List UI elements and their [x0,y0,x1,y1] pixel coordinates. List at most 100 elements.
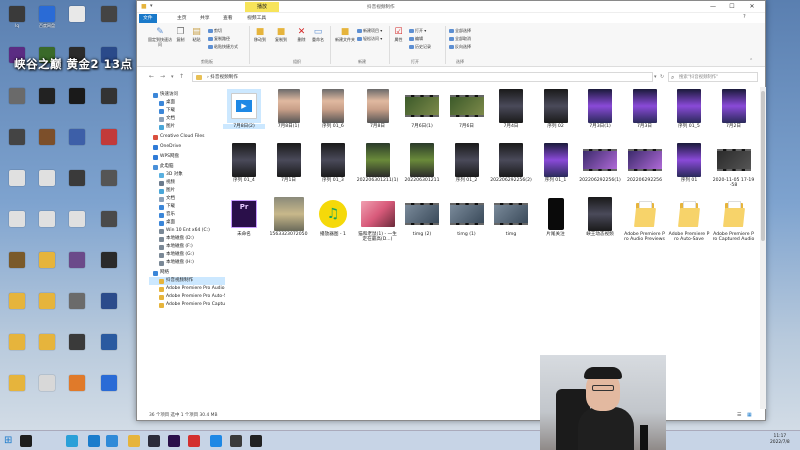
nav-item[interactable]: 文档 [149,115,225,123]
desktop-shortcut[interactable] [4,129,30,156]
properties-button[interactable]: ☑ 属性 [393,27,404,43]
nav-item[interactable]: 快速访问 [149,91,225,99]
paste-button[interactable]: ▤ 粘贴 [191,27,202,43]
forward-button[interactable]: → [160,73,165,80]
file-item[interactable]: ♫ 播放器图 - 1 [312,197,354,237]
nav-item[interactable]: 本地磁盘 (F:) [149,243,225,251]
nav-item[interactable]: 桌面 [149,99,225,107]
tab-video-tools[interactable]: 视频工具 [243,14,270,23]
tab-play-context[interactable]: 播放 [245,2,279,12]
desktop-shortcut[interactable] [96,170,122,197]
desktop-shortcut[interactable] [96,334,122,361]
desktop-shortcut[interactable] [96,375,122,402]
pin-quick-access-button[interactable]: ✎ 固定到快速访问 [147,27,173,47]
nav-item[interactable]: 桌面 [149,219,225,227]
file-item[interactable]: 序列 01_4 [223,143,265,183]
file-explorer-taskbar-icon[interactable] [128,435,140,447]
file-item[interactable]: 7月6日(1) [401,89,443,129]
file-item[interactable]: ▶ 7月8日(2) [223,89,265,130]
file-item[interactable]: 7月3日 [624,89,666,129]
large-icons-view-icon[interactable]: ▦ [747,412,752,418]
file-item[interactable]: 7月2日 [713,89,755,129]
vertical-scrollbar[interactable] [760,87,766,409]
desktop-shortcut[interactable] [64,170,90,197]
details-view-icon[interactable]: ☰ [737,412,741,418]
file-item[interactable]: 202206292256(1) [579,143,621,183]
file-item[interactable]: 序列 02 [535,89,577,129]
file-item[interactable]: 峡王动态视频 [579,197,621,237]
file-item[interactable]: 片尾关注 [535,197,577,237]
file-item[interactable]: 202206292256 [624,143,666,183]
desktop-shortcut[interactable]: 百度网盘 [34,6,60,33]
nav-item[interactable]: 抖音视频制作 [149,277,225,285]
close-button[interactable]: ✕ [743,2,761,12]
folder-item[interactable]: Adobe Premiere Pro Captured Audio [713,197,755,243]
file-item[interactable]: 202206301211(1) [357,143,399,183]
help-icon[interactable]: ? [743,14,746,20]
taskbar-app-icon[interactable] [88,435,100,447]
desktop-shortcut[interactable] [34,129,60,156]
file-item[interactable]: 猫和老鼠(1) - 一生定在最高(D...) [357,197,399,243]
nav-item[interactable]: 本地磁盘 (G:) [149,251,225,259]
new-item-button[interactable]: 新建项目 ▾ [357,28,382,33]
taskbar-app-icon[interactable] [210,435,222,447]
desktop-shortcut[interactable] [34,293,60,320]
nav-item[interactable]: Adobe Premiere Pro Audio Previews [149,285,225,293]
copy-path-button[interactable]: 复制路径 [208,36,230,41]
file-item[interactable]: 7月8日 [357,89,399,129]
file-item[interactable]: 序列 01_2 [446,143,488,183]
desktop-shortcut[interactable] [4,252,30,279]
desktop-shortcut[interactable] [34,252,60,279]
file-item[interactable]: 2020-11-05 17-19-58 [713,143,755,189]
refresh-button[interactable]: ↻ [660,74,664,80]
desktop-shortcut[interactable] [4,375,30,402]
file-item[interactable]: 7月6日 [446,89,488,129]
move-to-button[interactable]: ■ 移动到 [254,27,266,43]
desktop-shortcut[interactable] [4,88,30,115]
nav-item[interactable]: 网络 [149,269,225,277]
desktop-shortcut[interactable] [96,6,122,33]
desktop-shortcut[interactable] [4,211,30,238]
taskbar-app-icon[interactable] [250,435,262,447]
tab-share[interactable]: 共享 [196,14,214,23]
file-item[interactable]: 序列 01_6 [312,89,354,129]
delete-button[interactable]: ✕ 删除 [296,27,307,43]
nav-item[interactable]: 本地磁盘 (H:) [149,259,225,267]
file-item[interactable]: 202206292256(2) [490,143,532,183]
nav-item[interactable]: 下载 [149,107,225,115]
file-item[interactable]: 序列 01_3 [312,143,354,183]
folder-item[interactable]: Adobe Premiere Pro Audio Previews [624,197,666,243]
paste-shortcut-button[interactable]: 粘贴快捷方式 [208,44,238,49]
taskbar-app-icon[interactable] [20,435,32,447]
nav-item[interactable]: WPS网盘 [149,153,225,161]
desktop-shortcut[interactable] [96,211,122,238]
address-dropdown-button[interactable]: ▾ [654,74,657,80]
start-button-icon[interactable]: ⊞ [4,435,16,447]
open-button[interactable]: 打开 ▾ [409,28,426,33]
select-all-button[interactable]: 全部选择 [449,28,471,33]
rename-button[interactable]: ▭ 重命名 [312,27,324,43]
search-input[interactable]: ⌕ 搜索"抖音视频制作" [668,72,758,82]
taskbar-app-icon[interactable] [230,435,242,447]
desktop-shortcut[interactable] [4,170,30,197]
system-clock[interactable]: 11:17 2022/7/8 [770,434,790,446]
desktop-shortcut[interactable] [64,293,90,320]
desktop-shortcut[interactable] [96,129,122,156]
nav-item[interactable]: Adobe Premiere Pro Captured Audio [149,301,225,309]
desktop-shortcut[interactable] [64,88,90,115]
desktop-shortcut[interactable] [34,88,60,115]
file-item[interactable]: 7月4日 [490,89,532,129]
collapse-ribbon-icon[interactable]: ⌃ [749,58,753,64]
file-item[interactable]: 1563323072050 [268,197,310,237]
quick-access-toolbar[interactable]: ▾ [150,3,153,9]
nav-item[interactable]: 视频 [149,179,225,187]
tab-file[interactable]: 文件 [139,14,157,23]
maximize-button[interactable]: ☐ [723,2,741,12]
tab-view[interactable]: 查看 [219,14,237,23]
file-item[interactable]: 7月8日(1) [268,89,310,129]
desktop-shortcut[interactable] [64,6,90,33]
desktop-shortcut[interactable] [64,129,90,156]
address-field[interactable]: › 抖音视频制作 [192,72,653,82]
taskbar-app-icon[interactable] [148,435,160,447]
file-item[interactable]: 序列 01_5 [668,89,710,129]
